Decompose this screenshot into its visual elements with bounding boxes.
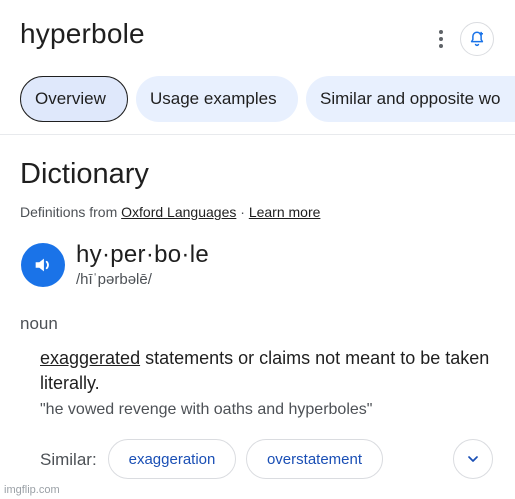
chevron-down-icon[interactable] bbox=[453, 439, 493, 479]
oxford-languages-link[interactable]: Oxford Languages bbox=[121, 204, 236, 220]
tab-similar-opposite[interactable]: Similar and opposite wo bbox=[306, 76, 515, 122]
part-of-speech: noun bbox=[20, 314, 58, 333]
more-vert-icon[interactable] bbox=[430, 28, 452, 50]
definition-link[interactable]: exaggerated bbox=[40, 348, 140, 368]
page-title: hyperbole bbox=[20, 18, 145, 49]
similar-label: Similar: bbox=[40, 450, 97, 469]
divider bbox=[0, 134, 515, 135]
bell-add-icon[interactable] bbox=[460, 22, 494, 56]
watermark: imgflip.com bbox=[4, 484, 60, 496]
learn-more-link[interactable]: Learn more bbox=[249, 204, 321, 220]
tab-overview[interactable]: Overview bbox=[20, 76, 128, 122]
source-line: Definitions from Oxford Languages · Lear… bbox=[20, 204, 320, 220]
section-title: Dictionary bbox=[20, 158, 149, 190]
example-sentence: "he vowed revenge with oaths and hyperbo… bbox=[40, 401, 373, 418]
volume-icon[interactable] bbox=[21, 243, 65, 287]
source-separator: · bbox=[236, 204, 249, 220]
tab-bar: Overview Usage examples Similar and oppo… bbox=[20, 76, 515, 122]
phonetic: /hīˈpərbəlē/ bbox=[76, 271, 152, 288]
source-prefix: Definitions from bbox=[20, 204, 122, 220]
headword: hy·per·bo·le bbox=[76, 241, 209, 268]
definition: exaggerated statements or claims not mea… bbox=[40, 346, 510, 396]
similar-chip[interactable]: overstatement bbox=[246, 439, 383, 479]
similar-chip[interactable]: exaggeration bbox=[108, 439, 236, 479]
tab-usage-examples[interactable]: Usage examples bbox=[136, 76, 298, 122]
header: hyperbole bbox=[0, 0, 515, 76]
